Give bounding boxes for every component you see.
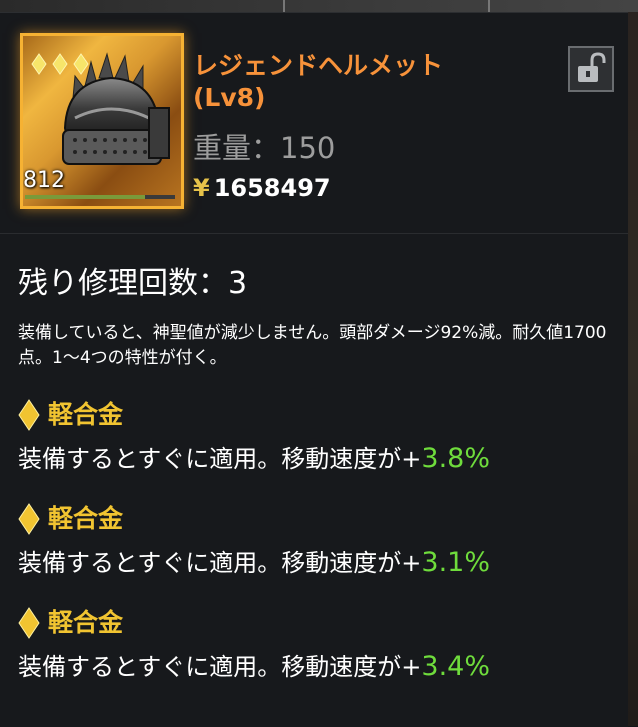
item-price: ¥1658497: [193, 174, 331, 202]
stack-count: 812: [23, 168, 65, 193]
unlocked-padlock-icon: [578, 52, 606, 82]
repair-label: 残り修理回数：: [18, 266, 228, 301]
item-name: レジェンドヘルメット (Lv8): [193, 50, 443, 114]
weight-value: 150: [280, 131, 336, 165]
trait-effect-text: 装備するとすぐに適用。移動速度が+: [18, 549, 422, 577]
repair-value: 3: [228, 266, 248, 301]
trait-effect: 装備するとすぐに適用。移動速度が+3.8%: [18, 439, 490, 474]
trait-name: 軽合金: [48, 608, 124, 637]
repair-count: 残り修理回数：3: [18, 258, 247, 302]
trait-effect-value: 3.8%: [421, 443, 490, 474]
trait-effect-value: 3.1%: [421, 547, 490, 578]
diamond-icon: [18, 503, 40, 535]
item-thumbnail[interactable]: 812: [20, 33, 184, 209]
trait-item: 軽合金 装備するとすぐに適用。移動速度が+3.8%: [18, 397, 490, 474]
trait-effect-text: 装備するとすぐに適用。移動速度が+: [18, 445, 422, 473]
trait-item: 軽合金 装備するとすぐに適用。移動速度が+3.1%: [18, 501, 490, 578]
background-divider: [488, 0, 490, 12]
helmet-icon: [62, 52, 170, 165]
trait-title: 軽合金: [18, 501, 490, 537]
item-description: 装備していると、神聖値が減少しません。頭部ダメージ92%減。耐久値1700点。1…: [18, 323, 607, 368]
background-divider: [283, 0, 285, 12]
trait-title: 軽合金: [18, 397, 490, 433]
trait-name: 軽合金: [48, 400, 124, 429]
trait-effect-value: 3.4%: [421, 651, 490, 682]
trait-title: 軽合金: [18, 605, 490, 641]
diamond-icon: [18, 399, 40, 431]
yen-icon: ¥: [193, 174, 210, 202]
durability-bar-remaining: [145, 195, 175, 199]
trait-name: 軽合金: [48, 504, 124, 533]
durability-bar: [25, 195, 145, 199]
item-tooltip-panel: 812 レジェンドヘルメット (Lv8) 重量：150 ¥1658497 残り修…: [0, 12, 628, 727]
item-weight: 重量：150: [193, 125, 335, 167]
trait-effect-text: 装備するとすぐに適用。移動速度が+: [18, 653, 422, 681]
item-name-text: レジェンドヘルメット: [193, 51, 444, 80]
background-strip: [0, 0, 638, 12]
trait-item: 軽合金 装備するとすぐに適用。移動速度が+3.4%: [18, 605, 490, 682]
section-divider: [0, 233, 628, 234]
item-level: (Lv8): [193, 83, 266, 112]
weight-label: 重量：: [193, 131, 281, 165]
trait-effect: 装備するとすぐに適用。移動速度が+3.4%: [18, 647, 490, 682]
lock-button[interactable]: [568, 46, 614, 92]
diamond-icon: [18, 607, 40, 639]
trait-effect: 装備するとすぐに適用。移動速度が+3.1%: [18, 543, 490, 578]
price-value: 1658497: [213, 174, 331, 202]
